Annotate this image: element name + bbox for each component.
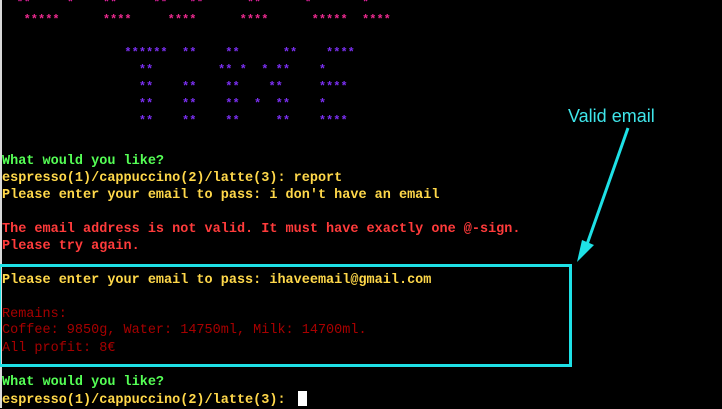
callout-arrow-icon <box>577 127 630 262</box>
